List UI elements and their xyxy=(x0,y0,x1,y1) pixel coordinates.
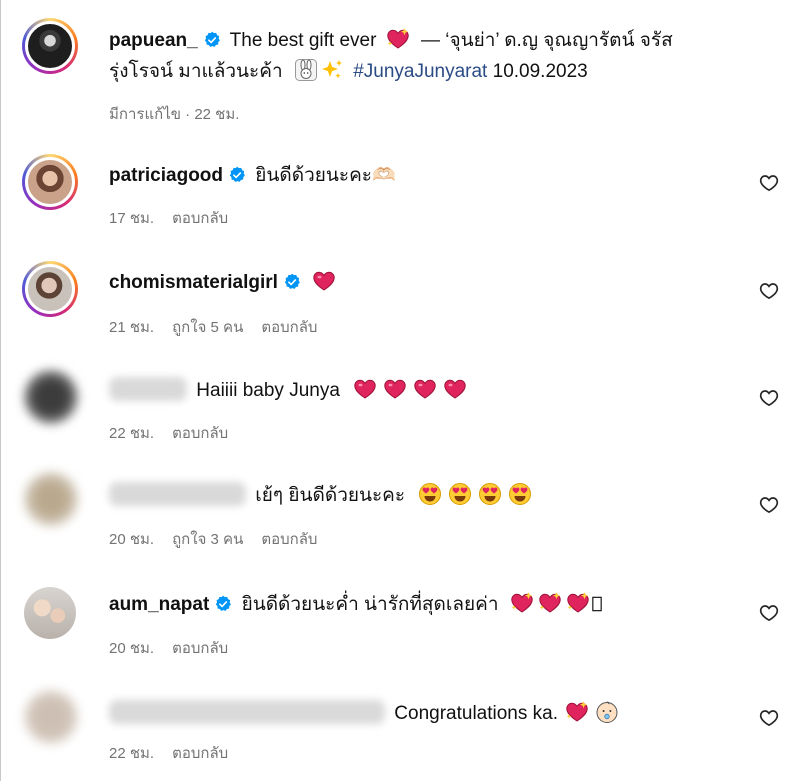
comment-meta: 17 ชม. ตอบกลับ xyxy=(109,206,246,230)
sparkling-heart-icon xyxy=(566,591,590,615)
avatar[interactable] xyxy=(24,472,78,526)
caption-line-1: papuean_ The best gift ever — ‘จุนย่า’ ด… xyxy=(109,27,673,55)
avatar[interactable] xyxy=(22,18,78,74)
red-heart-icon xyxy=(413,377,437,401)
comment-username[interactable]: patriciagood xyxy=(109,165,223,186)
comment-time: 21 ชม. xyxy=(109,319,155,336)
caption-date: 10.09.2023 xyxy=(492,61,588,82)
comment-meta: 22 ชม. ตอบกลับ xyxy=(109,421,246,445)
caption-text-thai-2: รุ่งโรจน์ มาแล้วนะค้า xyxy=(109,61,283,82)
red-heart-icon xyxy=(353,377,377,401)
caption-text-thai: — ‘จุนย่า’ ด.ญ จุณญารัตน์ จรัส xyxy=(421,30,673,51)
heart-outline-icon[interactable] xyxy=(759,388,779,408)
bunny-icon xyxy=(294,58,318,82)
heart-outline-icon[interactable] xyxy=(759,173,779,193)
red-heart-icon xyxy=(312,269,336,293)
comment-line: chomismaterialgirl xyxy=(109,269,344,297)
avatar[interactable] xyxy=(24,587,76,639)
comment-text: Congratulations ka. xyxy=(394,703,558,724)
heart-outline-icon[interactable] xyxy=(759,708,779,728)
comment-username-blurred[interactable] xyxy=(109,482,246,506)
comment-time: 22 ชม. xyxy=(109,745,155,762)
sparkling-heart-icon xyxy=(538,591,562,615)
comment-line: patriciagood ยินดีด้วยนะคะ🫶🏻 xyxy=(109,162,396,190)
comment-text: Haiiii baby Junya xyxy=(196,380,340,401)
reply-button[interactable]: ตอบกลับ xyxy=(172,210,228,227)
heart-eyes-icon xyxy=(478,482,502,506)
avatar[interactable] xyxy=(22,154,78,210)
unsupported-glyph-icon xyxy=(592,594,602,614)
sparkles-icon xyxy=(320,58,344,82)
comment-text: เย้ๆ ยินดีด้วยนะคะ xyxy=(255,485,406,506)
verified-badge-icon xyxy=(203,31,221,49)
comment-username-blurred[interactable] xyxy=(109,700,385,724)
heart-eyes-icon xyxy=(508,482,532,506)
verified-badge-icon xyxy=(283,273,301,291)
likes-count[interactable]: ถูกใจ 3 คน xyxy=(172,531,243,548)
sparkling-heart-icon xyxy=(386,27,410,51)
heart-outline-icon[interactable] xyxy=(759,495,779,515)
comment-text: ยินดีด้วยนะค่ำ น่ารักที่สุดเลยค่า xyxy=(241,594,499,615)
avatar[interactable] xyxy=(22,261,78,317)
sparkling-heart-icon xyxy=(510,591,534,615)
red-heart-icon xyxy=(383,377,407,401)
comment-text: ยินดีด้วยนะคะ🫶🏻 xyxy=(255,165,396,186)
avatar[interactable] xyxy=(24,690,78,744)
comment-time: 20 ชม. xyxy=(109,531,155,548)
likes-count[interactable]: ถูกใจ 5 คน xyxy=(172,319,243,336)
reply-button[interactable]: ตอบกลับ xyxy=(261,531,317,548)
reply-button[interactable]: ตอบกลับ xyxy=(261,319,317,336)
reply-button[interactable]: ตอบกลับ xyxy=(172,425,228,442)
comment-time: 17 ชม. xyxy=(109,210,155,227)
heart-eyes-icon xyxy=(448,482,472,506)
avatar[interactable] xyxy=(24,370,78,424)
comment-meta: 20 ชม. ตอบกลับ xyxy=(109,636,246,660)
comment-time: 22 ชม. xyxy=(109,425,155,442)
heart-outline-icon[interactable] xyxy=(759,603,779,623)
reply-button[interactable]: ตอบกลับ xyxy=(172,745,228,762)
comment-username[interactable]: aum_napat xyxy=(109,594,209,615)
comment-meta: 20 ชม. ถูกใจ 3 คน ตอบกลับ xyxy=(109,527,335,551)
comment-time: 20 ชม. xyxy=(109,640,155,657)
comment-line: Congratulations ka. xyxy=(109,700,627,728)
panel-divider xyxy=(0,0,1,781)
sparkling-heart-icon xyxy=(565,700,589,724)
comment-line: Haiiii baby Junya xyxy=(109,377,475,405)
caption-text: The best gift ever xyxy=(229,30,377,51)
comment-line: เย้ๆ ยินดีด้วยนะคะ xyxy=(109,482,540,510)
comment-meta: 22 ชม. ตอบกลับ xyxy=(109,741,246,765)
verified-badge-icon xyxy=(228,166,246,184)
post-username[interactable]: papuean_ xyxy=(109,30,198,51)
comment-username[interactable]: chomismaterialgirl xyxy=(109,272,278,293)
caption-line-2: รุ่งโรจน์ มาแล้วนะค้า #JunyaJunyarat 10.… xyxy=(109,58,588,86)
comment-username-blurred[interactable] xyxy=(109,377,187,401)
heart-outline-icon[interactable] xyxy=(759,281,779,301)
comment-meta: 21 ชม. ถูกใจ 5 คน ตอบกลับ xyxy=(109,315,335,339)
heart-eyes-icon xyxy=(418,482,442,506)
hashtag-link[interactable]: #JunyaJunyarat xyxy=(353,61,487,82)
red-heart-icon xyxy=(443,377,467,401)
baby-icon xyxy=(595,700,619,724)
verified-badge-icon xyxy=(214,595,232,613)
comment-line: aum_napat ยินดีด้วยนะค่ำ น่ารักที่สุดเลย… xyxy=(109,591,602,619)
post-meta: มีการแก้ไข · 22 ชม. xyxy=(109,106,240,123)
comments-panel: papuean_ The best gift ever — ‘จุนย่า’ ด… xyxy=(0,0,800,781)
reply-button[interactable]: ตอบกลับ xyxy=(172,640,228,657)
